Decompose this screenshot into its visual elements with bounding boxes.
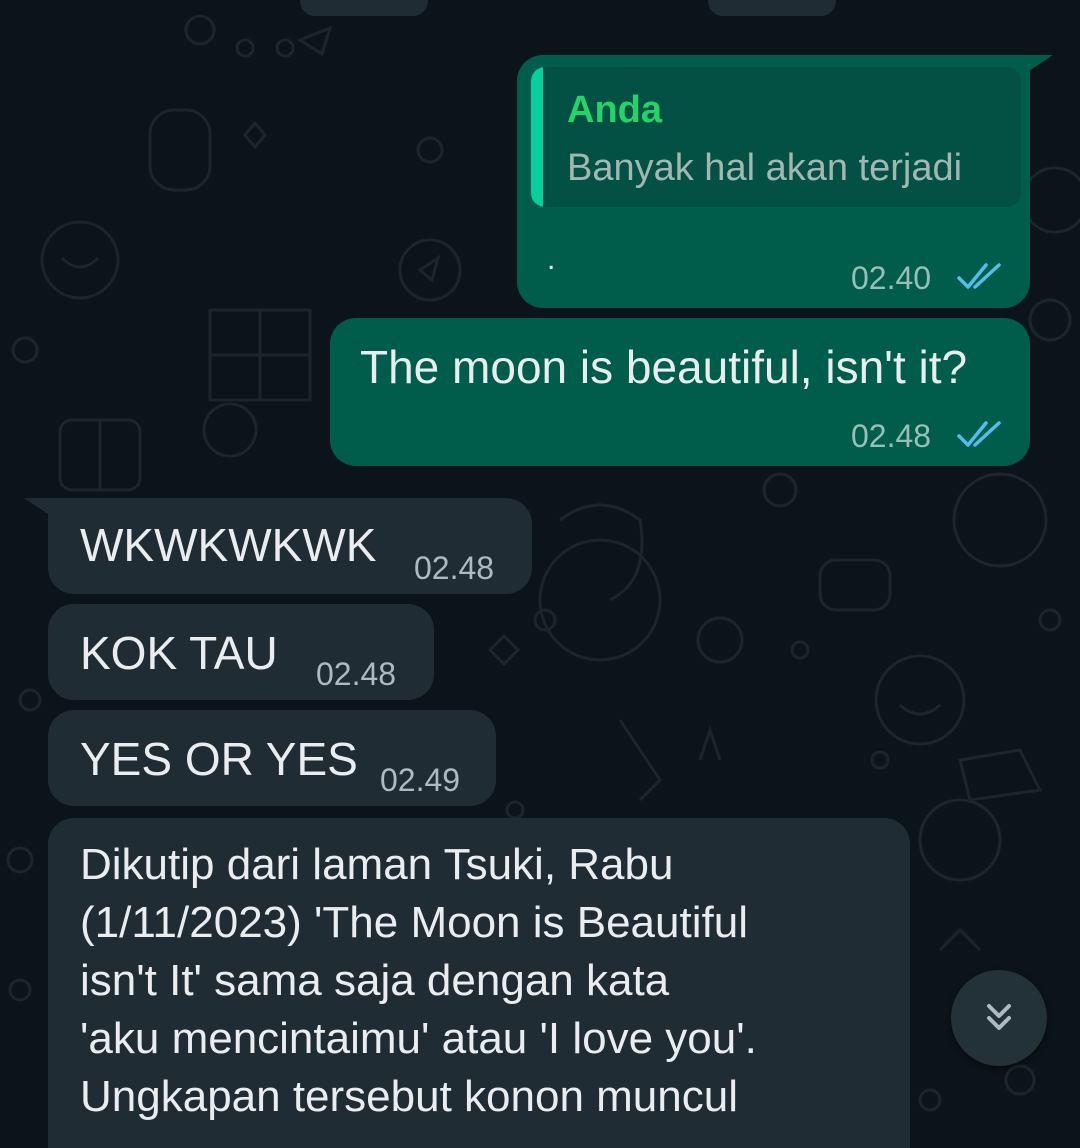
message-time: 02.49 — [380, 762, 461, 798]
quote-text: Banyak hal akan terjadi — [567, 147, 963, 189]
message-text: . — [547, 243, 556, 276]
quoted-message[interactable]: Anda Banyak hal akan terjadi — [531, 67, 1021, 207]
message-time: 02.40 — [851, 260, 932, 296]
incoming-message-bubble[interactable]: Dikutip dari laman Tsuki, Rabu (1/11/202… — [48, 818, 910, 1148]
message-text: Dikutip dari laman Tsuki, Rabu (1/11/202… — [80, 840, 757, 1121]
previous-message-stub — [708, 0, 836, 16]
message-time: 02.48 — [851, 418, 932, 454]
incoming-message-bubble[interactable]: WKWKWKWK 02.48 — [24, 498, 532, 594]
outgoing-message-bubble[interactable]: Anda Banyak hal akan terjadi . 02.40 — [517, 55, 1053, 308]
message-time: 02.48 — [316, 656, 397, 692]
double-check-read-icon — [957, 263, 1001, 289]
double-chevron-down-icon — [987, 1004, 1011, 1030]
quote-accent-bar — [531, 67, 543, 207]
incoming-message-bubble[interactable]: KOK TAU 02.48 — [48, 604, 434, 700]
message-text: KOK TAU — [80, 627, 278, 679]
message-text: YES OR YES — [80, 733, 358, 785]
double-check-read-icon — [957, 421, 1001, 447]
bubble-tail — [1017, 55, 1053, 79]
scroll-to-bottom-button[interactable] — [951, 970, 1047, 1066]
message-text: WKWKWKWK — [80, 519, 377, 571]
message-text: The moon is beautiful, isn't it? — [360, 341, 968, 393]
message-time: 02.48 — [414, 550, 495, 586]
outgoing-message-bubble[interactable]: The moon is beautiful, isn't it? 02.48 — [330, 318, 1030, 466]
bubble-tail — [24, 498, 60, 522]
previous-message-stub — [300, 0, 428, 16]
incoming-message-bubble[interactable]: YES OR YES 02.49 — [48, 710, 496, 806]
quote-author: Anda — [567, 89, 662, 131]
